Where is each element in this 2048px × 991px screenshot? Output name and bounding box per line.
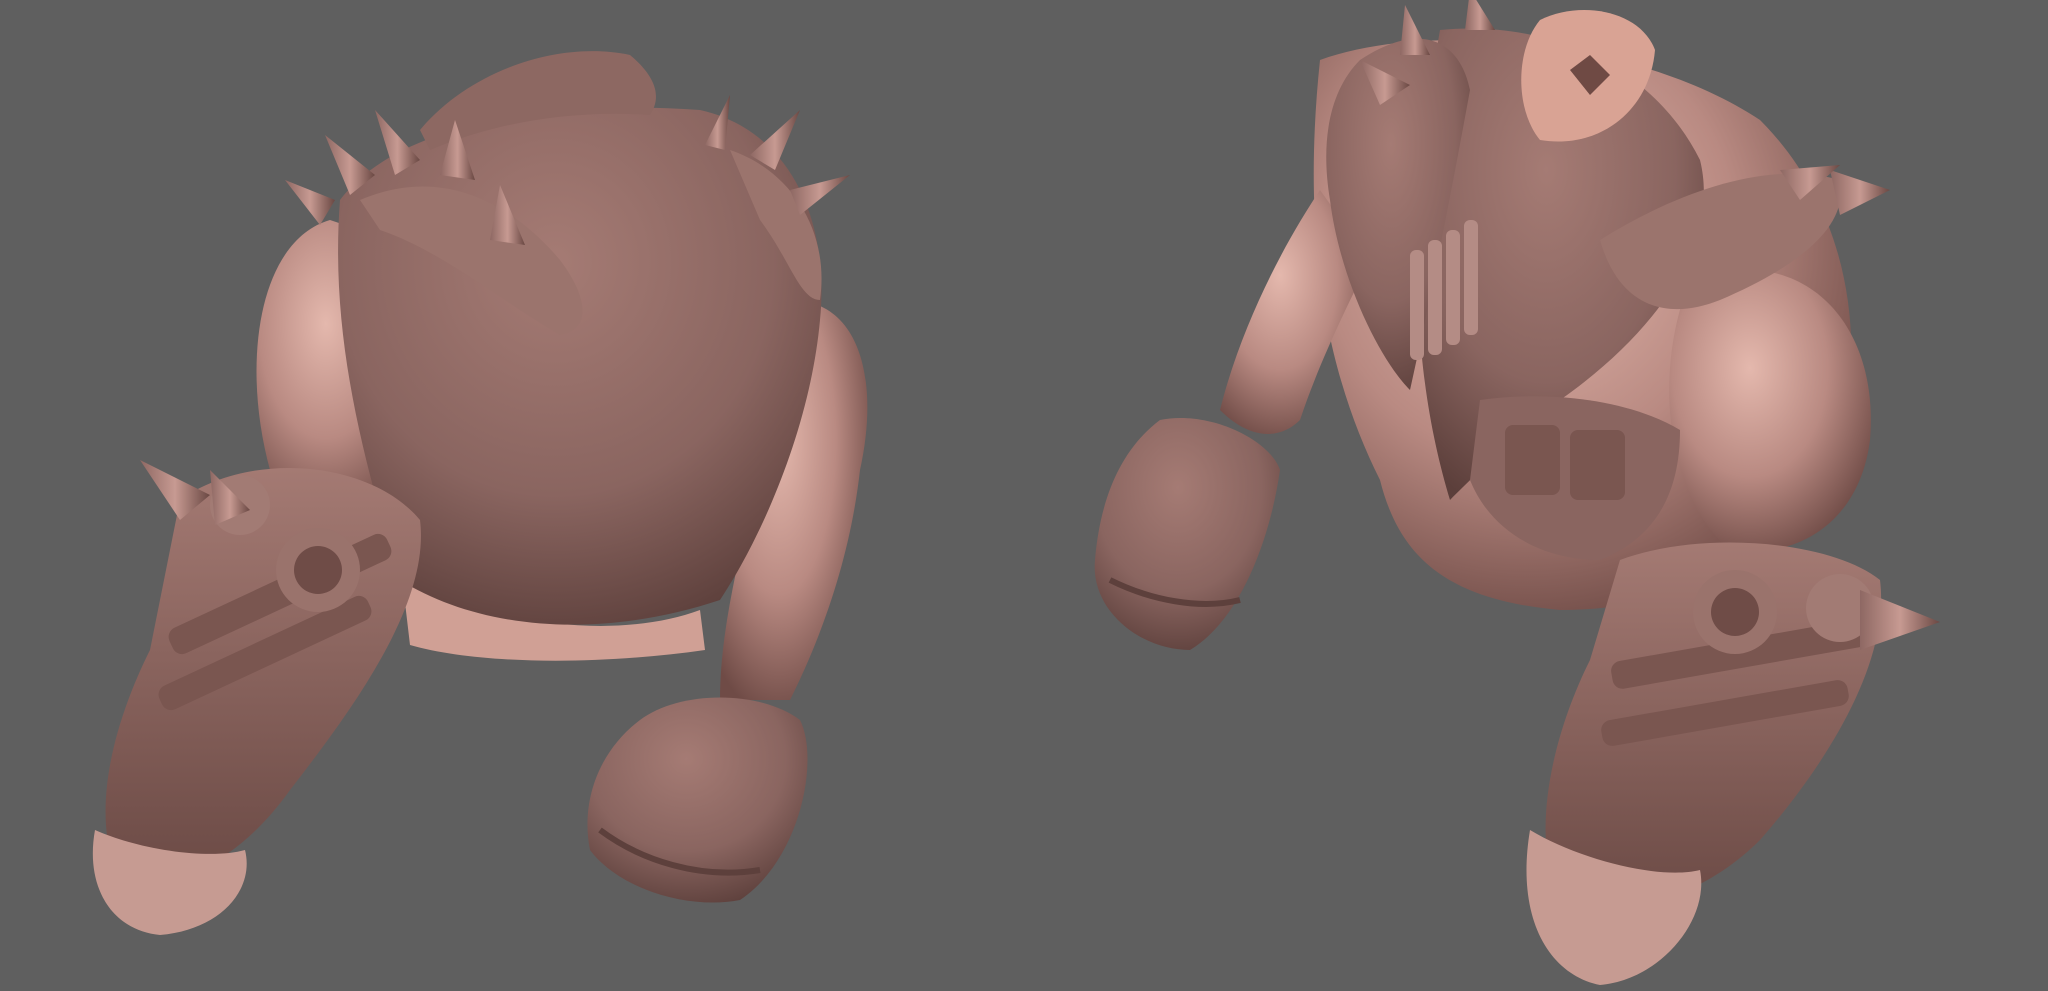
front-view-model: [1094, 0, 1940, 985]
sculpt-render: [92, 0, 1940, 985]
sculpt-viewport: [0, 0, 2048, 991]
back-view-model: [92, 51, 868, 935]
